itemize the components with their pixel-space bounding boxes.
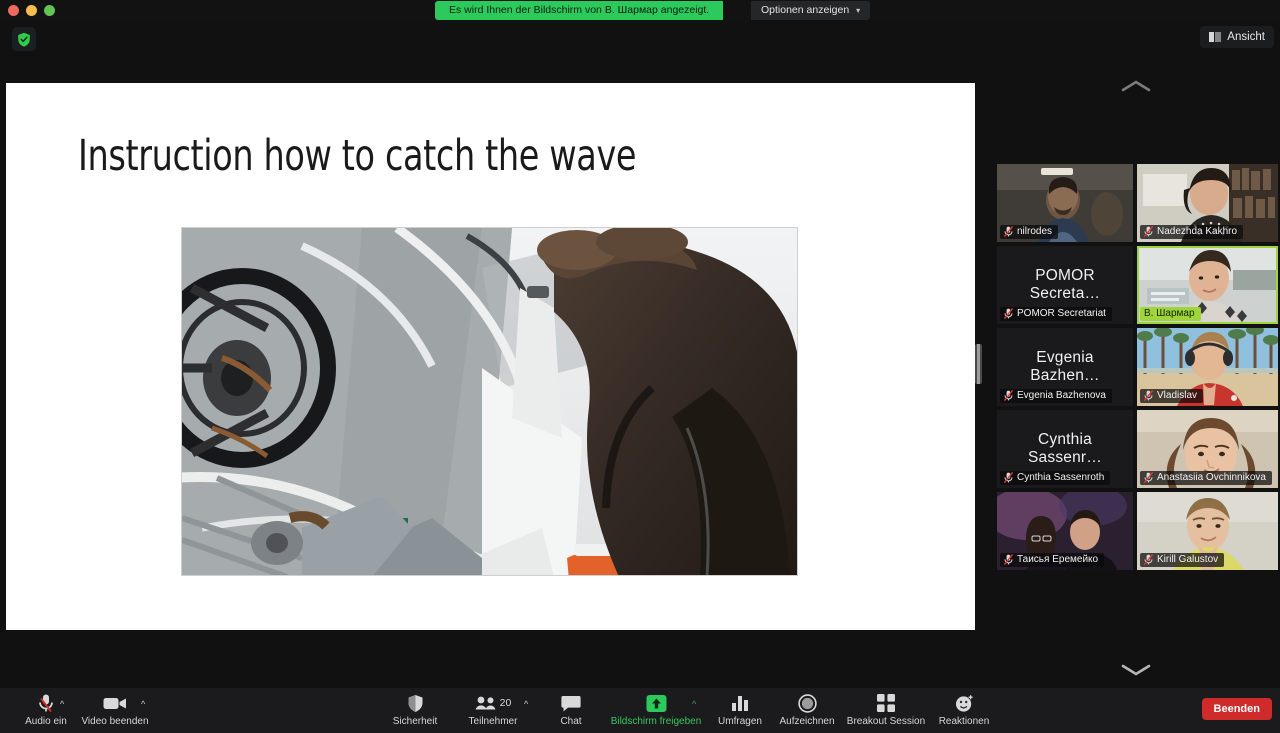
chevron-up-icon xyxy=(1121,80,1150,92)
microphone-muted-icon xyxy=(1144,472,1153,483)
tile-name: nilrodes xyxy=(1017,226,1053,237)
video-tile-grid: nilrodes Nadezhda Kakhro POMOR Secreta… … xyxy=(997,164,1280,574)
smiley-plus-icon xyxy=(955,692,974,714)
video-tile[interactable]: nilrodes xyxy=(997,164,1133,242)
security-button-label: Sicherheit xyxy=(392,716,438,727)
video-tile-active-speaker[interactable]: В. Шармар xyxy=(1137,246,1278,324)
tile-row: Таисья Еремейко Kirill Galustov xyxy=(997,492,1280,570)
camera-icon xyxy=(103,692,127,714)
tile-name-badge: Nadezhda Kakhro xyxy=(1140,225,1244,239)
video-button[interactable]: Video beenden xyxy=(69,692,161,727)
title-bar: Es wird Ihnen der Bildschirm von B. Шарм… xyxy=(0,0,1280,22)
tile-name: Anastasiia Ovchinnikova xyxy=(1157,472,1266,483)
tile-name-badge: Cynthia Sassenroth xyxy=(1000,471,1111,485)
share-screen-button-label: Bildschirm freigeben xyxy=(610,716,702,727)
tile-name-badge: Таисья Еремейко xyxy=(1000,553,1105,567)
video-tile[interactable]: Таисья Еремейко xyxy=(997,492,1133,570)
minimize-window-button[interactable] xyxy=(26,5,37,16)
show-options-label: Optionen anzeigen xyxy=(761,4,850,16)
screen-share-banner: Es wird Ihnen der Bildschirm von B. Шарм… xyxy=(435,1,724,20)
close-window-button[interactable] xyxy=(8,5,19,16)
tile-name-badge: Vladislav xyxy=(1140,389,1204,403)
chat-button-label: Chat xyxy=(560,716,582,727)
breakout-button-label: Breakout Session xyxy=(846,716,926,727)
show-options-button[interactable]: Optionen anzeigen ▾ xyxy=(751,1,871,20)
chat-bubble-icon xyxy=(561,692,581,714)
record-button-label: Aufzeichnen xyxy=(779,716,835,727)
tile-name: Таисья Еремейко xyxy=(1017,554,1099,565)
tile-name-badge: Evgenia Bazhenova xyxy=(1000,389,1112,403)
video-tile[interactable]: Evgenia Bazhen… Evgenia Bazhenova xyxy=(997,328,1133,406)
participants-icon: 20 xyxy=(475,692,512,714)
slide-title: Instruction how to catch the wave xyxy=(78,131,637,181)
video-tile[interactable]: Nadezhda Kakhro xyxy=(1137,164,1278,242)
participants-button-label: Teilnehmer xyxy=(468,716,518,727)
video-tile[interactable]: Vladislav xyxy=(1137,328,1278,406)
tile-row: Cynthia Sassenr… Cynthia Sassenroth Anas… xyxy=(997,410,1280,488)
tile-name: Evgenia Bazhenova xyxy=(1017,390,1106,401)
tile-row: POMOR Secreta… POMOR Secretariat В. Шарм… xyxy=(997,246,1280,324)
microphone-muted-icon xyxy=(1144,390,1153,401)
audio-button-label: Audio ein xyxy=(25,716,67,727)
microphone-muted-icon xyxy=(1004,226,1013,237)
tile-name: POMOR Secretariat xyxy=(1017,308,1106,319)
meeting-toolbar: Audio ein ^ Video beenden ^ Sicherheit 2… xyxy=(0,688,1280,733)
shared-screen-content[interactable]: Instruction how to catch the wave xyxy=(6,83,975,630)
tile-row: Evgenia Bazhen… Evgenia Bazhenova Vladis… xyxy=(997,328,1280,406)
microphone-muted-icon xyxy=(1004,390,1013,401)
microphone-muted-icon xyxy=(1004,554,1013,565)
microphone-muted-icon xyxy=(1144,226,1153,237)
tile-name: Nadezhda Kakhro xyxy=(1157,226,1238,237)
tile-name-badge: Kirill Galustov xyxy=(1140,553,1225,567)
video-tile[interactable]: Anastasiia Ovchinnikova xyxy=(1137,410,1278,488)
microphone-muted-icon xyxy=(1004,472,1013,483)
scroll-up-button[interactable] xyxy=(991,66,1280,106)
chevron-down-icon xyxy=(1121,664,1150,676)
video-tile[interactable]: POMOR Secreta… POMOR Secretariat xyxy=(997,246,1133,324)
slide-photo xyxy=(181,227,798,576)
tile-name-badge: POMOR Secretariat xyxy=(1000,307,1112,321)
tile-name-badge: nilrodes xyxy=(1000,225,1059,239)
panel-resize-handle[interactable] xyxy=(975,344,982,384)
audio-menu-caret-icon[interactable]: ^ xyxy=(60,699,64,709)
video-menu-caret-icon[interactable]: ^ xyxy=(141,699,145,709)
share-screen-up-arrow-icon xyxy=(646,692,667,714)
video-tile[interactable]: Kirill Galustov xyxy=(1137,492,1278,570)
tile-name: Vladislav xyxy=(1157,390,1198,401)
record-circle-icon xyxy=(797,692,817,714)
scroll-down-button[interactable] xyxy=(991,650,1280,690)
participants-video-panel: nilrodes Nadezhda Kakhro POMOR Secreta… … xyxy=(991,22,1280,694)
participants-count: 20 xyxy=(499,697,512,709)
tile-name: В. Шармар xyxy=(1144,308,1195,319)
polls-button-label: Umfragen xyxy=(718,716,762,727)
zoom-meeting-window: Es wird Ihnen der Bildschirm von B. Шарм… xyxy=(0,0,1280,733)
grid-squares-icon xyxy=(877,692,895,714)
share-screen-button[interactable]: Bildschirm freigeben xyxy=(610,692,702,727)
tile-name: Kirill Galustov xyxy=(1157,554,1219,565)
microphone-muted-icon xyxy=(1144,554,1153,565)
shield-icon xyxy=(407,692,424,714)
video-tile[interactable]: Cynthia Sassenr… Cynthia Sassenroth xyxy=(997,410,1133,488)
microphone-muted-icon xyxy=(1004,308,1013,319)
microphone-muted-icon xyxy=(37,692,55,714)
tile-name: Cynthia Sassenroth xyxy=(1017,472,1105,483)
tile-name-badge: Anastasiia Ovchinnikova xyxy=(1140,471,1272,485)
video-button-label: Video beenden xyxy=(81,716,149,727)
encryption-shield-icon[interactable] xyxy=(12,27,36,51)
tile-row: nilrodes Nadezhda Kakhro xyxy=(997,164,1280,242)
end-meeting-button[interactable]: Beenden xyxy=(1201,698,1272,720)
chat-button[interactable]: Chat xyxy=(525,692,617,727)
chevron-down-icon: ▾ xyxy=(856,6,861,15)
reactions-button[interactable]: Reaktionen xyxy=(918,692,1010,727)
tile-name-badge: В. Шармар xyxy=(1140,307,1201,321)
reactions-button-label: Reaktionen xyxy=(938,716,990,727)
window-controls xyxy=(8,5,55,16)
bar-chart-icon xyxy=(731,692,749,714)
maximize-window-button[interactable] xyxy=(44,5,55,16)
